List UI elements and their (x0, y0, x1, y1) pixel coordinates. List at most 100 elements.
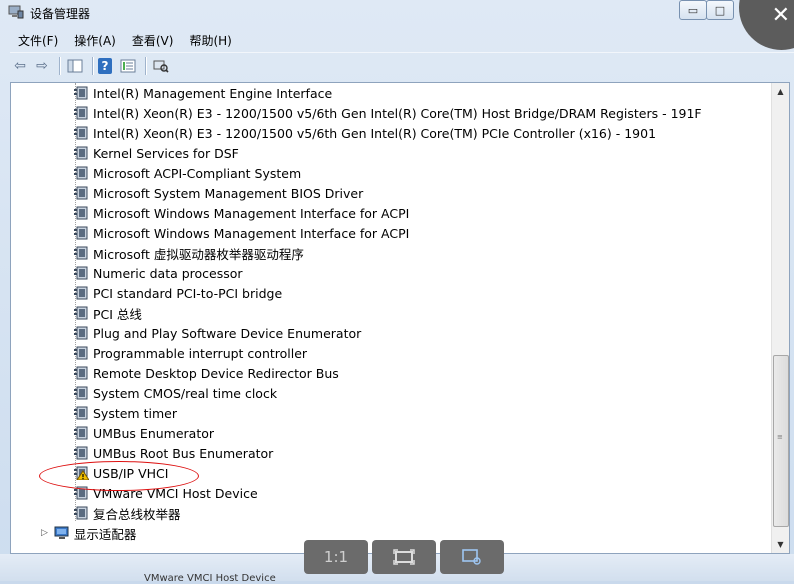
help-icon-glyph: ? (101, 59, 109, 73)
device-label: Microsoft Windows Management Interface f… (93, 225, 410, 241)
title-bar[interactable]: 设备管理器 ▭ □ (0, 0, 794, 26)
properties-icon[interactable] (118, 56, 138, 76)
window-title: 设备管理器 (30, 7, 91, 21)
device-label: Kernel Services for DSF (93, 145, 239, 161)
screenshot-button[interactable] (440, 540, 504, 574)
console-tree-icon[interactable] (65, 56, 85, 76)
system-device-icon (73, 306, 89, 320)
device-list-item[interactable]: Plug and Play Software Device Enumerator (73, 323, 361, 343)
system-device-icon (73, 406, 89, 420)
system-device-icon (73, 346, 89, 360)
display-adapter-icon (54, 526, 70, 540)
device-label: Microsoft Windows Management Interface f… (93, 205, 410, 221)
menu-file[interactable]: 文件(F) (10, 30, 66, 50)
toolbar-separator (145, 57, 146, 75)
device-manager-window: 设备管理器 ▭ □ ✕ 文件(F) 操作(A) 查看(V) 帮助(H) ⇦ ⇨ … (0, 0, 794, 584)
system-device-icon (73, 86, 89, 100)
actual-size-button[interactable]: 1:1 (304, 540, 368, 574)
system-device-icon (73, 426, 89, 440)
fit-to-window-button[interactable] (372, 540, 436, 574)
device-label: Intel(R) Management Engine Interface (93, 85, 333, 101)
category-label: 显示适配器 (73, 526, 137, 542)
device-list-item[interactable]: System CMOS/real time clock (73, 383, 277, 403)
device-label: Remote Desktop Device Redirector Bus (93, 365, 339, 381)
maximize-icon: □ (714, 3, 726, 17)
tree-category-display-adapters[interactable]: ▷ 显示适配器 (41, 523, 136, 543)
menu-view[interactable]: 查看(V) (124, 30, 182, 50)
close-button[interactable]: ✕ (739, 0, 794, 50)
maximize-button[interactable]: □ (706, 0, 734, 20)
device-label: Intel(R) Xeon(R) E3 - 1200/1500 v5/6th G… (93, 105, 702, 121)
scroll-up-arrow-icon[interactable]: ▲ (772, 83, 789, 100)
device-label: Intel(R) Xeon(R) E3 - 1200/1500 v5/6th G… (93, 125, 657, 141)
device-list-item[interactable]: Microsoft ACPI-Compliant System (73, 163, 301, 183)
system-device-icon (73, 366, 89, 380)
status-text: VMware VMCI Host Device (144, 573, 276, 584)
system-device-icon (73, 126, 89, 140)
system-device-icon (73, 206, 89, 220)
device-label: PCI standard PCI-to-PCI bridge (93, 285, 283, 301)
scan-hardware-icon[interactable] (151, 56, 171, 76)
device-list-item[interactable]: Kernel Services for DSF (73, 143, 239, 163)
device-label: PCI 总线 (93, 306, 142, 322)
device-tree-panel[interactable]: Intel(R) Management Engine Interface Inte… (10, 82, 790, 554)
expand-arrow-icon[interactable]: ▷ (41, 528, 48, 538)
device-label: Plug and Play Software Device Enumerator (93, 325, 362, 341)
device-list-item[interactable]: System timer (73, 403, 177, 423)
device-label: Microsoft 虚拟驱动器枚举器驱动程序 (93, 246, 304, 262)
device-list-item[interactable]: 复合总线枚举器 (73, 503, 181, 523)
device-label: Programmable interrupt controller (93, 345, 308, 361)
system-device-icon (73, 146, 89, 160)
actual-size-label: 1:1 (323, 548, 349, 566)
device-list-item[interactable]: UMBus Enumerator (73, 423, 214, 443)
device-label: Microsoft System Management BIOS Driver (93, 185, 364, 201)
system-device-icon (73, 506, 89, 520)
minimize-button[interactable]: ▭ (679, 0, 707, 20)
device-list-item[interactable]: Microsoft System Management BIOS Driver (73, 183, 363, 203)
image-viewer-controls: 1:1 (304, 540, 504, 576)
menu-bar: 文件(F) 操作(A) 查看(V) 帮助(H) (10, 30, 240, 50)
system-device-icon (73, 266, 89, 280)
device-list-item[interactable]: UMBus Root Bus Enumerator (73, 443, 273, 463)
system-device-icon (73, 186, 89, 200)
red-annotation-ellipse (39, 461, 199, 491)
system-device-icon (73, 106, 89, 120)
device-list-item[interactable]: Intel(R) Xeon(R) E3 - 1200/1500 v5/6th G… (73, 123, 656, 143)
vertical-scrollbar[interactable]: ▲ ≡ ▼ (771, 83, 789, 553)
device-label: 复合总线枚举器 (93, 506, 181, 522)
device-list-item[interactable]: PCI 总线 (73, 303, 142, 323)
device-list-item[interactable]: Numeric data processor (73, 263, 243, 283)
back-icon[interactable]: ⇦ (10, 56, 30, 76)
toolbar-separator (92, 57, 93, 75)
device-list-item[interactable]: Remote Desktop Device Redirector Bus (73, 363, 339, 383)
forward-icon[interactable]: ⇨ (32, 56, 52, 76)
system-device-icon (73, 386, 89, 400)
screenshot-icon (462, 549, 481, 565)
device-list-item[interactable]: Programmable interrupt controller (73, 343, 307, 363)
scroll-down-arrow-icon[interactable]: ▼ (772, 536, 789, 553)
device-list-item[interactable]: Microsoft 虚拟驱动器枚举器驱动程序 (73, 243, 304, 263)
menu-action[interactable]: 操作(A) (66, 30, 124, 50)
system-device-icon (73, 446, 89, 460)
scroll-thumb[interactable]: ≡ (773, 355, 789, 527)
device-manager-icon (8, 5, 24, 19)
device-list-item[interactable]: Microsoft Windows Management Interface f… (73, 203, 409, 223)
minimize-icon: ▭ (687, 3, 699, 17)
device-list-item[interactable]: Intel(R) Xeon(R) E3 - 1200/1500 v5/6th G… (73, 103, 702, 123)
system-device-icon (73, 326, 89, 340)
help-icon[interactable]: ? (98, 58, 112, 74)
device-list-item[interactable]: Intel(R) Management Engine Interface (73, 83, 332, 103)
system-device-icon (73, 166, 89, 180)
device-list-item[interactable]: PCI standard PCI-to-PCI bridge (73, 283, 282, 303)
device-label: UMBus Root Bus Enumerator (93, 445, 274, 461)
toolbar: ⇦ ⇨ ? (10, 52, 794, 79)
close-icon: ✕ (771, 3, 790, 28)
fit-window-icon (393, 549, 415, 565)
device-list-item[interactable]: Microsoft Windows Management Interface f… (73, 223, 409, 243)
menu-help[interactable]: 帮助(H) (181, 30, 239, 50)
device-label: UMBus Enumerator (93, 425, 215, 441)
system-device-icon (73, 286, 89, 300)
grip-icon: ≡ (777, 433, 783, 441)
toolbar-separator (59, 57, 60, 75)
device-label: Microsoft ACPI-Compliant System (93, 165, 302, 181)
